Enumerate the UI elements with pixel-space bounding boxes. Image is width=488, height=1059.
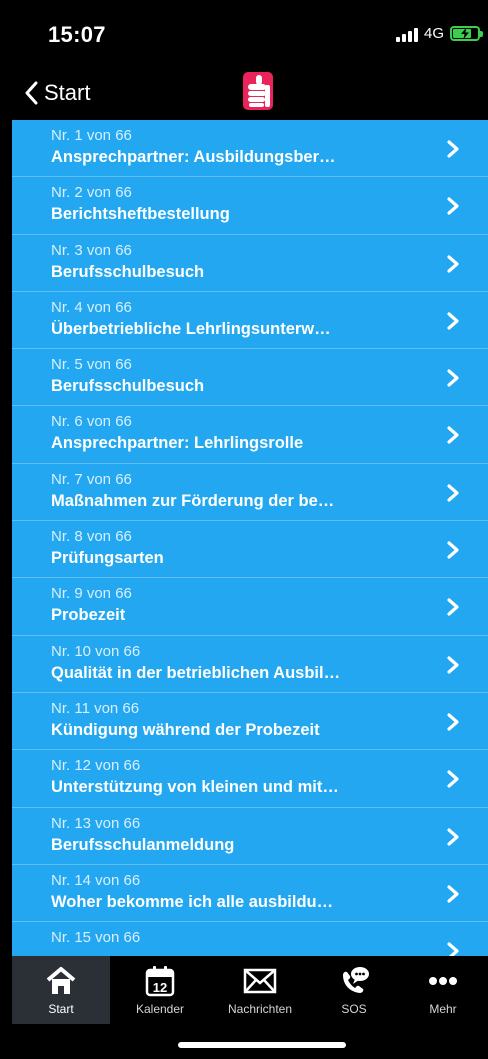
tab-mehr[interactable]: Mehr — [398, 956, 488, 1024]
home-icon — [45, 964, 77, 998]
tab-label: Nachrichten — [227, 1002, 293, 1016]
item-title: Berufsschulbesuch — [51, 262, 205, 281]
list-item[interactable]: Nr. 5 von 66 Berufsschulbesuch — [12, 349, 488, 407]
tab-start[interactable]: Start — [12, 956, 110, 1024]
chevron-right-icon — [447, 197, 459, 215]
item-number: Nr. 8 von 66 — [51, 528, 132, 546]
tab-label: SOS — [341, 1002, 367, 1016]
battery-charging-icon — [450, 26, 483, 41]
item-title: Ansprechpartner: Lehrlingsrolle — [51, 434, 304, 453]
item-number: Nr. 1 von 66 — [51, 127, 132, 144]
item-number: Nr. 10 von 66 — [51, 642, 141, 660]
home-indicator — [178, 1042, 346, 1048]
chevron-right-icon — [447, 312, 459, 330]
list-item[interactable]: Nr. 9 von 66 Probezeit — [12, 578, 488, 636]
item-title: Berufsschulanmeldung — [51, 835, 235, 854]
list-item[interactable]: Nr. 13 von 66 Berufsschulanmeldung — [12, 808, 488, 865]
list-item[interactable]: Nr. 4 von 66 Überbetriebliche Lehrlingsun… — [12, 292, 488, 350]
item-number: Nr. 11 von 66 — [51, 699, 140, 717]
more-dots-icon — [428, 964, 458, 998]
list-item[interactable]: Nr. 15 von 66 — [12, 922, 488, 956]
list-item[interactable]: Nr. 7 von 66 Maßnahmen zur Förderung der … — [12, 464, 488, 522]
item-title: Qualität in der betrieblichen Ausbil… — [51, 663, 341, 682]
item-number: Nr. 7 von 66 — [51, 470, 132, 488]
chevron-right-icon — [447, 541, 459, 559]
calendar-day: 12 — [153, 980, 167, 995]
chevron-right-icon — [447, 598, 459, 616]
envelope-icon — [243, 964, 277, 998]
item-number: Nr. 13 von 66 — [51, 814, 141, 832]
chevron-right-icon — [447, 426, 459, 445]
chevron-right-icon — [447, 484, 459, 502]
tab-label: Kalender — [135, 1002, 185, 1016]
item-title: Unterstützung von kleinen und mit… — [51, 778, 339, 797]
item-number: Nr. 3 von 66 — [51, 241, 132, 259]
item-number: Nr. 5 von 66 — [51, 356, 132, 374]
item-number: Nr. 4 von 66 — [51, 298, 132, 316]
network-type: 4G — [423, 25, 444, 42]
back-button[interactable]: Start — [24, 76, 90, 110]
navigation-bar: Start — [0, 66, 488, 120]
tab-label: Start — [48, 1002, 74, 1016]
chevron-right-icon — [447, 942, 459, 956]
item-title: Überbetriebliche Lehrlingsunterw… — [51, 319, 331, 338]
item-number: Nr. 15 von 66 — [51, 929, 141, 947]
chevron-right-icon — [447, 656, 459, 674]
chevron-right-icon — [447, 254, 459, 273]
status-indicators: 4G — [395, 25, 483, 42]
chevron-left-icon — [25, 81, 38, 105]
item-number: Nr. 14 von 66 — [51, 871, 141, 889]
back-label: Start — [44, 80, 91, 105]
tab-label: Mehr — [429, 1002, 457, 1016]
list-item[interactable]: Nr. 2 von 66 Berichtsheftbestellung — [12, 177, 488, 235]
chevron-right-icon — [447, 885, 459, 903]
tab-kalender[interactable]: 12 Kalender — [114, 956, 206, 1024]
thumbs-up-logo-icon — [243, 72, 273, 110]
chevron-right-icon — [447, 713, 459, 731]
tab-sos[interactable]: SOS — [314, 956, 394, 1024]
topic-list[interactable]: Nr. 1 von 66 Ansprechpartner: Ausbildungs… — [12, 120, 488, 956]
list-item[interactable]: Nr. 14 von 66 Woher bekomme ich alle ausb… — [12, 865, 488, 923]
list-item[interactable]: Nr. 6 von 66 Ansprechpartner: Lehrlingsro… — [12, 406, 488, 464]
item-number: Nr. 9 von 66 — [51, 585, 132, 603]
list-item[interactable]: Nr. 12 von 66 Unterstützung von kleinen u… — [12, 750, 488, 808]
item-title: Prüfungsarten — [51, 549, 164, 568]
list-item[interactable]: Nr. 10 von 66 Qualität in der betrieblich… — [12, 636, 488, 693]
list-item[interactable]: Nr. 3 von 66 Berufsschulbesuch — [12, 235, 488, 292]
list-item[interactable]: Nr. 8 von 66 Prüfungsarten — [12, 521, 488, 579]
chevron-right-icon — [447, 140, 459, 158]
list-item[interactable]: Nr. 11 von 66 Kündigung während der Probe… — [12, 693, 488, 751]
calendar-icon: 12 — [145, 964, 175, 998]
item-title: Berichtsheftbestellung — [51, 205, 230, 224]
phone-chat-icon — [338, 964, 370, 998]
item-number: Nr. 2 von 66 — [51, 184, 132, 202]
item-title: Ansprechpartner: Ausbildungsber… — [51, 148, 336, 166]
status-bar: 15:07 4G — [0, 0, 488, 66]
item-title: Maßnahmen zur Förderung der be… — [51, 491, 335, 510]
item-title: Woher bekomme ich alle ausbildu… — [51, 892, 334, 911]
item-number: Nr. 12 von 66 — [51, 757, 141, 775]
item-title: Kündigung während der Probezeit — [51, 720, 320, 739]
chevron-right-icon — [447, 369, 459, 387]
item-title: Probezeit — [51, 606, 126, 625]
tab-nachrichten[interactable]: Nachrichten — [210, 956, 310, 1024]
chevron-right-icon — [447, 827, 459, 846]
item-number: Nr. 6 von 66 — [51, 413, 132, 431]
list-item[interactable]: Nr. 1 von 66 Ansprechpartner: Ausbildungs… — [12, 120, 488, 178]
status-time: 15:07 — [48, 22, 106, 47]
item-title: Berufsschulbesuch — [51, 377, 205, 396]
signal-bars-icon — [395, 26, 418, 42]
chevron-right-icon — [447, 770, 459, 788]
